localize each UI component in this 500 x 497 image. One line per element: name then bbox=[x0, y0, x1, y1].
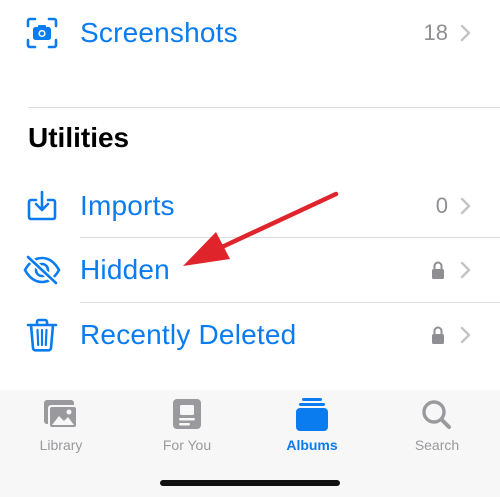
lock-icon bbox=[432, 261, 444, 279]
hidden-eye-icon bbox=[22, 250, 62, 290]
tab-albums[interactable]: Albums bbox=[252, 398, 372, 458]
utility-label: Recently Deleted bbox=[80, 319, 297, 350]
chevron-right-icon bbox=[460, 261, 471, 279]
search-icon bbox=[422, 400, 451, 429]
album-count: 18 bbox=[423, 20, 448, 45]
tab-label: Search bbox=[414, 437, 460, 453]
library-icon bbox=[44, 400, 78, 429]
tab-library[interactable]: Library bbox=[1, 398, 121, 458]
tab-for-you[interactable]: For You bbox=[127, 398, 247, 458]
utility-label: Imports bbox=[80, 190, 175, 221]
utility-row-imports[interactable]: Imports 0 bbox=[0, 174, 500, 238]
section-divider bbox=[28, 107, 500, 108]
utility-row-recently-deleted[interactable]: Recently Deleted bbox=[0, 303, 500, 367]
lock-icon bbox=[432, 326, 444, 344]
tab-label: Library bbox=[39, 437, 83, 453]
album-row-screenshots[interactable]: Screenshots 18 bbox=[0, 1, 500, 65]
utility-row-hidden[interactable]: Hidden bbox=[0, 238, 500, 302]
trash-icon bbox=[22, 315, 62, 355]
screenshot-icon bbox=[22, 13, 62, 53]
home-indicator[interactable] bbox=[160, 480, 340, 486]
utility-count: 0 bbox=[435, 193, 448, 218]
tab-search[interactable]: Search bbox=[377, 398, 497, 458]
for-you-icon bbox=[173, 399, 201, 429]
tab-label: Albums bbox=[286, 437, 338, 453]
chevron-right-icon bbox=[460, 24, 471, 42]
import-icon bbox=[22, 186, 62, 226]
chevron-right-icon bbox=[460, 197, 471, 215]
albums-icon bbox=[296, 398, 328, 431]
utility-label: Hidden bbox=[80, 254, 170, 285]
chevron-right-icon bbox=[460, 326, 471, 344]
section-title-utilities: Utilities bbox=[28, 122, 130, 153]
album-label: Screenshots bbox=[80, 17, 238, 48]
tab-label: For You bbox=[162, 437, 212, 453]
